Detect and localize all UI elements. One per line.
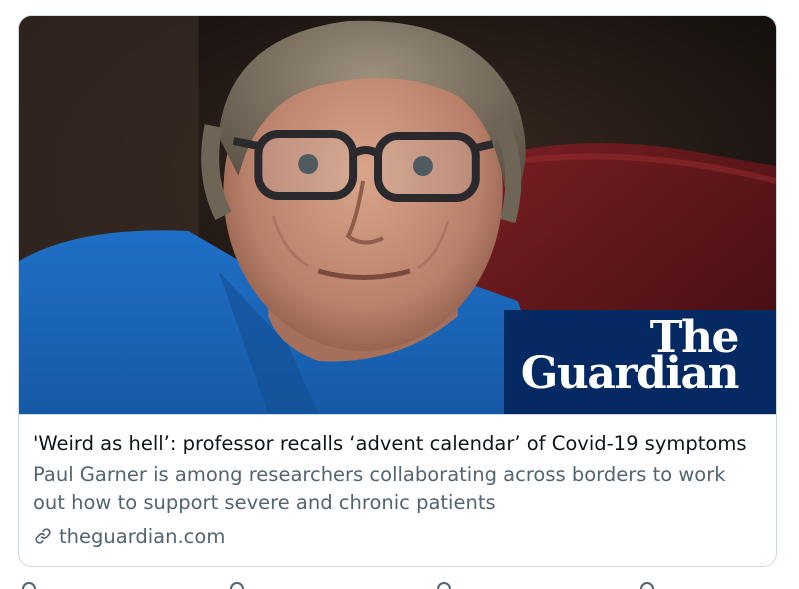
logo-text-guardian: Guardian — [520, 348, 740, 399]
share-icon[interactable] — [640, 582, 654, 589]
guardian-logo: The Guardian — [504, 310, 776, 414]
article-image[interactable]: The Guardian — [19, 16, 776, 414]
link-domain[interactable]: theguardian.com — [59, 525, 225, 548]
link-preview-card[interactable]: The Guardian 'Weird as hell’: professor … — [18, 15, 777, 567]
link-icon — [35, 528, 51, 544]
article-description: Paul Garner is among researchers collabo… — [33, 463, 726, 514]
tweet-action-bar — [0, 578, 799, 589]
like-icon[interactable] — [437, 582, 451, 589]
card-info[interactable]: 'Weird as hell’: professor recalls ‘adve… — [19, 415, 776, 551]
domain-row[interactable]: theguardian.com — [33, 521, 762, 551]
article-headline[interactable]: 'Weird as hell’: professor recalls ‘adve… — [33, 431, 762, 457]
reply-icon[interactable] — [22, 582, 36, 589]
retweet-icon[interactable] — [230, 582, 244, 589]
